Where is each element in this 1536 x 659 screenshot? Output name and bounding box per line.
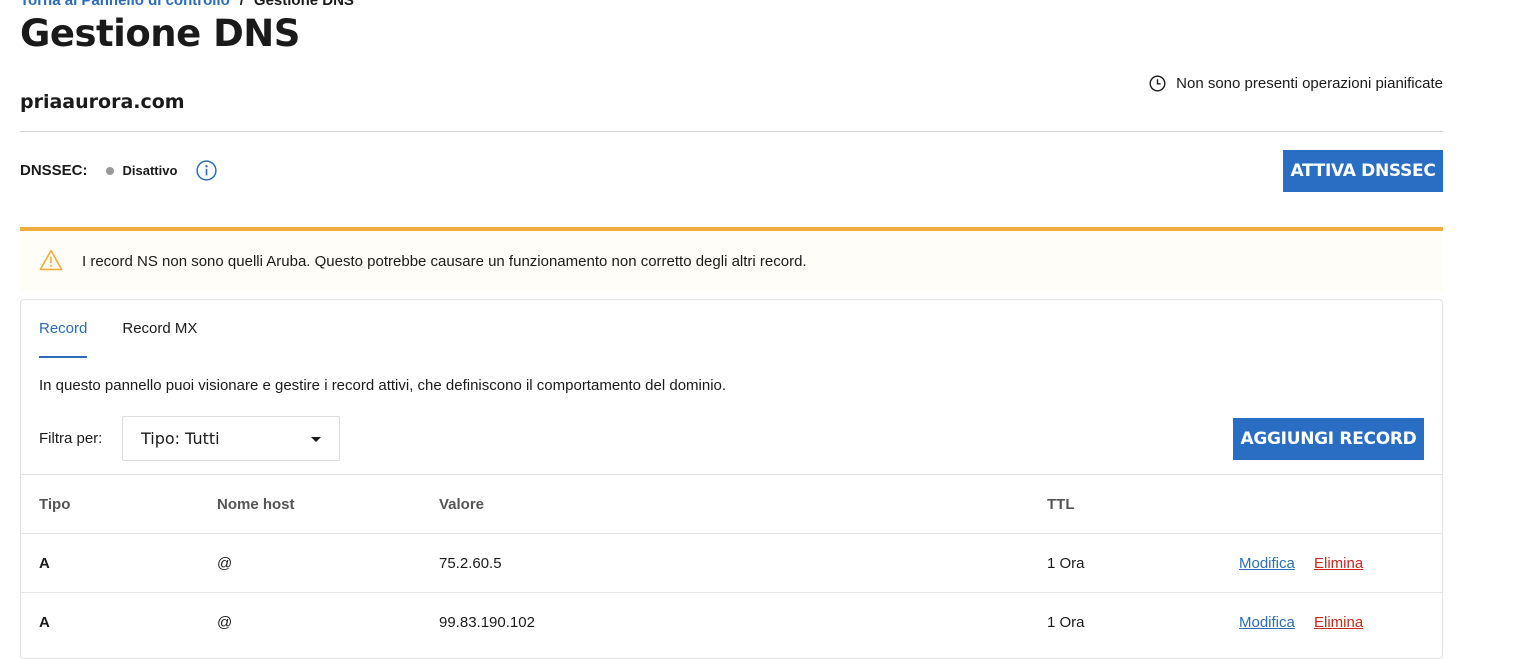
warning-text: I record NS non sono quelli Aruba. Quest… (82, 253, 807, 270)
cell-value: 99.83.190.102 (439, 614, 535, 631)
info-icon[interactable] (196, 160, 218, 181)
dnssec-status-row: DNSSEC: Disattivo (20, 160, 218, 181)
column-header-value: Valore (439, 496, 485, 513)
table-divider (21, 474, 1442, 475)
records-panel: Record Record MX In questo pannello puoi… (20, 299, 1443, 659)
cell-type: A (39, 614, 50, 631)
row-divider (21, 533, 1442, 534)
scheduled-text: Non sono presenti operazioni pianificate (1176, 75, 1443, 92)
dnssec-label: DNSSEC: (20, 162, 88, 179)
cell-ttl: 1 Ora (1047, 614, 1085, 631)
chevron-down-icon (311, 437, 321, 442)
cell-host: @ (217, 555, 233, 572)
delete-link[interactable]: Elimina (1314, 555, 1363, 572)
cell-host: @ (217, 614, 233, 631)
edit-link[interactable]: Modifica (1239, 614, 1295, 631)
add-record-button[interactable]: AGGIUNGI RECORD (1233, 418, 1424, 460)
column-header-host: Nome host (217, 496, 295, 513)
cell-type: A (39, 555, 50, 572)
breadcrumb: Torna al Pannello di controllo / Gestione … (20, 0, 354, 9)
activate-dnssec-button[interactable]: ATTIVA DNSSEC (1283, 150, 1443, 192)
page-title: Gestione DNS (20, 12, 300, 55)
domain-name: priaaurora.com (20, 91, 185, 113)
tab-record-mx[interactable]: Record MX (122, 320, 197, 358)
warning-icon (39, 249, 63, 271)
filter-label: Filtra per: (39, 430, 103, 447)
row-divider (21, 592, 1442, 593)
dnssec-status: Disattivo (122, 163, 178, 178)
breadcrumb-back-link[interactable]: Torna al Pannello di controllo (20, 0, 230, 9)
clock-icon (1149, 75, 1166, 92)
breadcrumb-separator: / (239, 0, 244, 9)
breadcrumb-current: Gestione DNS (253, 0, 354, 9)
type-filter-select[interactable]: Tipo: Tutti (122, 416, 340, 461)
edit-link[interactable]: Modifica (1239, 555, 1295, 572)
delete-link[interactable]: Elimina (1314, 614, 1363, 631)
cell-value: 75.2.60.5 (439, 555, 502, 572)
column-header-ttl: TTL (1047, 496, 1075, 513)
filter-selected-value: Tipo: Tutti (141, 429, 220, 448)
tab-record[interactable]: Record (39, 320, 88, 358)
ns-warning-banner: I record NS non sono quelli Aruba. Quest… (20, 227, 1443, 291)
record-tabs: Record Record MX (39, 320, 197, 358)
cell-ttl: 1 Ora (1047, 555, 1085, 572)
column-header-type: Tipo (39, 496, 71, 513)
header-divider (20, 131, 1443, 132)
panel-description: In questo pannello puoi visionare e gest… (39, 377, 727, 394)
status-dot-icon (105, 166, 114, 175)
scheduled-operations: Non sono presenti operazioni pianificate (1149, 75, 1443, 92)
